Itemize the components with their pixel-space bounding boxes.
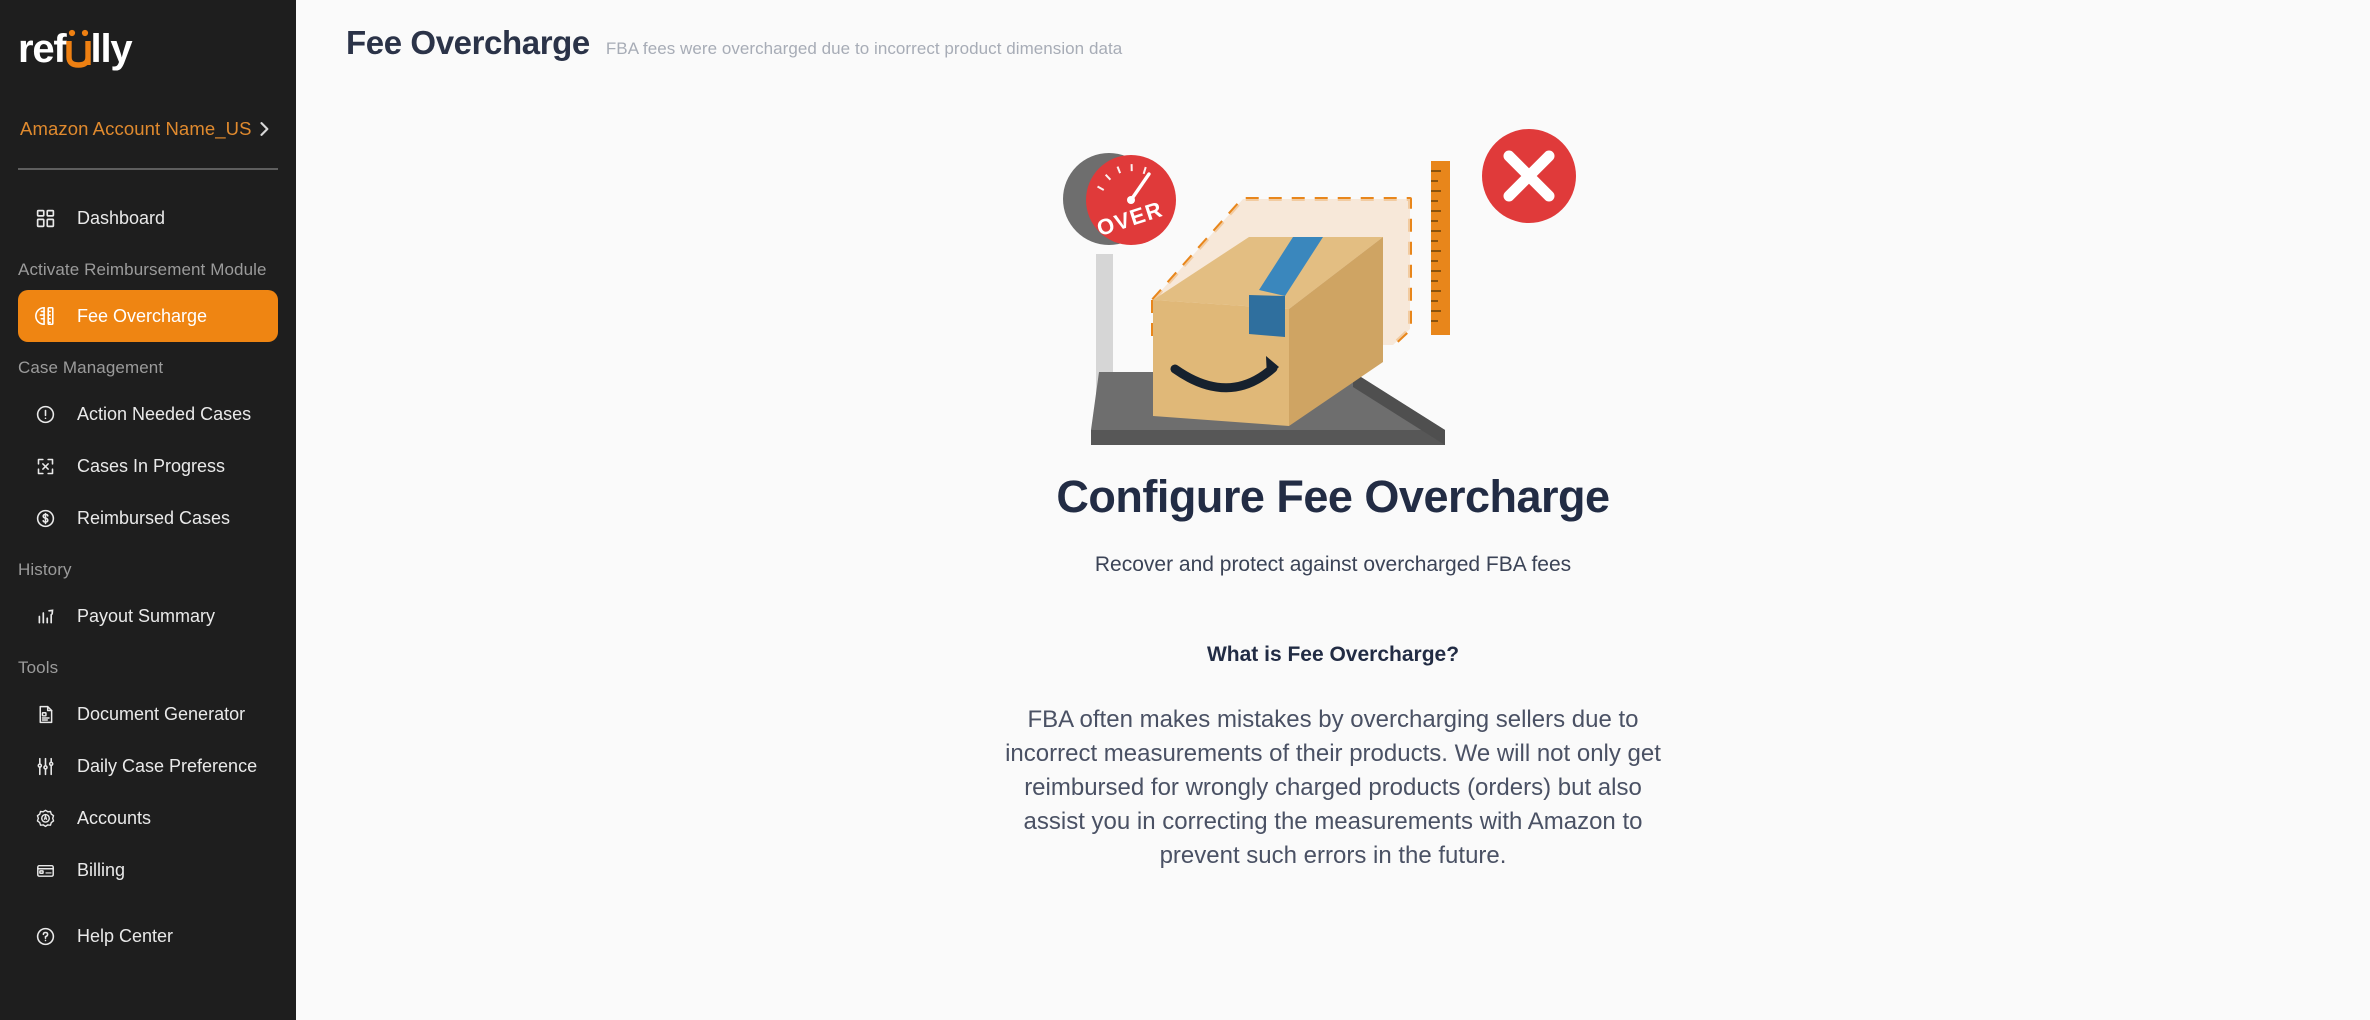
account-switcher[interactable]: Amazon Account Name_US: [18, 114, 278, 144]
app-root: ref lly Amazon Account Name_US Dashboard …: [0, 0, 2370, 1020]
bar-chart-icon: [32, 603, 58, 629]
sidebar-item-label: Action Needed Cases: [77, 404, 252, 424]
sidebar-item-help-center[interactable]: Help Center: [18, 910, 278, 962]
account-name: Amazon Account Name_US: [20, 118, 252, 139]
overcharge-scale-box-ruler-illustration: OVER: [1053, 104, 1613, 449]
sidebar-nav: Dashboard Activate Reimbursement Module …: [0, 192, 296, 962]
page-header: Fee Overcharge FBA fees were overcharged…: [296, 0, 2370, 62]
sidebar-item-cases-in-progress[interactable]: Cases In Progress: [18, 440, 278, 492]
sidebar-item-label: Cases In Progress: [77, 456, 226, 476]
section-title: What is Fee Overcharge?: [1206, 643, 1460, 666]
content-column: OVER Configure Fee Overcharge Recover an…: [296, 62, 2370, 873]
sidebar-item-label: Document Generator: [77, 704, 246, 724]
sliders-icon: [32, 753, 58, 779]
logo-accent-u: [65, 27, 91, 71]
logo-suffix: lly: [90, 27, 133, 71]
sidebar-item-label: Dashboard: [77, 208, 166, 228]
sidebar-group-tools: Tools: [18, 658, 59, 677]
sidebar-item-label: Fee Overcharge: [77, 306, 208, 326]
sidebar-group-history: History: [18, 560, 72, 579]
alert-circle-icon: [32, 401, 58, 427]
page-title: Fee Overcharge: [346, 24, 590, 61]
sidebar-item-label: Accounts: [77, 808, 152, 828]
sidebar-item-action-needed-cases[interactable]: Action Needed Cases: [18, 388, 278, 440]
dollar-circle-icon: [32, 505, 58, 531]
logo-prefix: ref: [18, 27, 67, 71]
hero-subtitle: Recover and protect against overcharged …: [1094, 553, 1572, 576]
document-icon: [32, 701, 58, 727]
page-subtitle: FBA fees were overcharged due to incorre…: [605, 39, 1123, 58]
logo-container[interactable]: ref lly: [0, 0, 296, 86]
sidebar-item-document-generator[interactable]: Document Generator: [18, 688, 278, 740]
sidebar-item-label: Daily Case Preference: [77, 756, 258, 776]
sidebar-item-label: Payout Summary: [77, 606, 216, 626]
sidebar-item-fee-overcharge[interactable]: Fee Overcharge: [18, 290, 278, 342]
sidebar-item-payout-summary[interactable]: Payout Summary: [18, 590, 278, 642]
sidebar-item-daily-case-preference[interactable]: Daily Case Preference: [18, 740, 278, 792]
body-text: FBA often makes mistakes by overcharging…: [1005, 706, 1661, 870]
sidebar-item-label: Reimbursed Cases: [77, 508, 231, 528]
expand-arrows-icon: [32, 453, 58, 479]
sidebar-group-case-management: Case Management: [18, 358, 164, 377]
refully-logo: ref lly: [18, 26, 133, 71]
sidebar-item-label: Help Center: [77, 926, 174, 946]
sidebar-item-label: Billing: [77, 860, 126, 880]
sidebar-item-dashboard[interactable]: Dashboard: [18, 192, 278, 244]
hero-title: Configure Fee Overcharge: [1056, 471, 1610, 522]
sidebar-divider: [18, 168, 278, 170]
sidebar-item-accounts[interactable]: Accounts: [18, 792, 278, 844]
sidebar-group-activate-reimbursement: Activate Reimbursement Module: [18, 260, 267, 279]
credit-card-icon: [32, 857, 58, 883]
badge-gear-icon: [32, 805, 58, 831]
sidebar-item-reimbursed-cases[interactable]: Reimbursed Cases: [18, 492, 278, 544]
help-circle-icon: [32, 923, 58, 949]
grid-dashboard-icon: [32, 205, 58, 231]
ruler-protractor-icon: [32, 303, 58, 329]
chevron-right-icon: [254, 119, 274, 139]
sidebar-item-billing[interactable]: Billing: [18, 844, 278, 896]
main-content: Fee Overcharge FBA fees were overcharged…: [296, 0, 2370, 1020]
sidebar: ref lly Amazon Account Name_US Dashboard …: [0, 0, 296, 1020]
ruler-icon: [1431, 161, 1450, 335]
